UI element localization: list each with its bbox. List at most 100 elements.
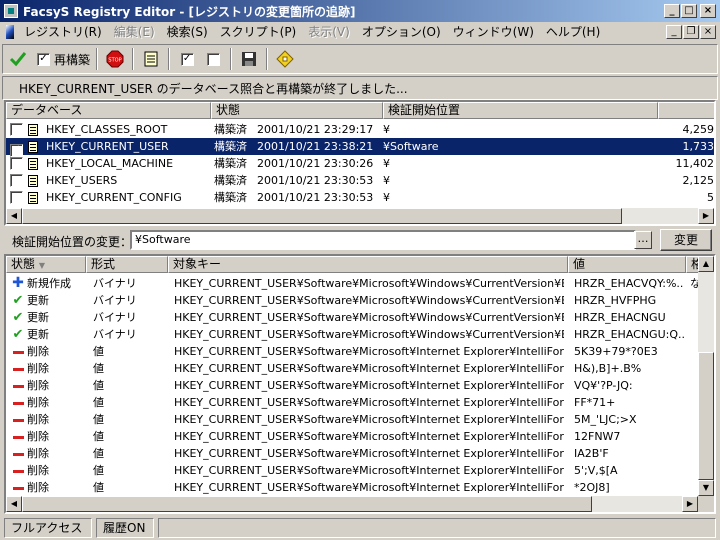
db-start: ¥ <box>383 191 390 204</box>
change-type: バイナリ <box>93 294 137 307</box>
db-header-status[interactable]: 状態 <box>211 102 383 119</box>
db-row[interactable]: HKEY_LOCAL_MACHINE 構築済 2001/10/21 23:30:26… <box>6 155 714 172</box>
diamond-icon[interactable] <box>274 48 296 70</box>
status-bar: フルアクセス 履歴ON <box>0 516 720 540</box>
change-row[interactable]: 削除 値 HKEY_CURRENT_USER¥Software¥Microsoft¥… <box>6 428 698 445</box>
app-icon[interactable] <box>4 4 18 18</box>
db-header-start[interactable]: 検証開始位置 <box>383 102 658 119</box>
changes-header-status-label: 状態 <box>11 257 36 271</box>
scroll-thumb[interactable] <box>22 208 622 224</box>
menu-search[interactable]: 検索(S) <box>161 23 214 41</box>
scroll-up-button[interactable]: ▲ <box>698 256 714 272</box>
changes-header-status[interactable]: 状態 ▼ <box>6 256 86 273</box>
change-row[interactable]: 削除 値 HKEY_CURRENT_USER¥Software¥Microsoft¥… <box>6 343 698 360</box>
browse-button[interactable]: … <box>634 231 652 249</box>
close-button[interactable]: × <box>700 4 716 18</box>
db-date: 2001/10/21 23:29:17 <box>257 123 374 136</box>
delete-icon <box>12 401 24 405</box>
status-message: HKEY_CURRENT_USER のデータベース照合と再構築が終了しました..… <box>2 76 718 100</box>
change-value: *2OJ8] <box>574 481 610 494</box>
changes-horizontal-scrollbar[interactable]: ◀ ▶ <box>6 496 698 512</box>
change-row[interactable]: ✔ 更新 バイナリ HKEY_CURRENT_USER¥Software¥Micros… <box>6 326 698 343</box>
change-row[interactable]: 削除 値 HKEY_CURRENT_USER¥Software¥Microsoft¥… <box>6 377 698 394</box>
scroll-left-button[interactable]: ◀ <box>6 208 22 224</box>
scroll-corner <box>698 496 714 512</box>
empty-box-icon[interactable] <box>202 48 224 70</box>
db-status: 構築済 <box>214 157 247 170</box>
changes-header-key[interactable]: 対象キー <box>168 256 568 273</box>
change-button-label: 変更 <box>673 233 698 247</box>
db-row[interactable]: HKEY_CURRENT_CONFIG 構築済 2001/10/21 23:30:5… <box>6 189 714 206</box>
change-type: 値 <box>93 447 104 460</box>
db-row[interactable]: HKEY_USERS 構築済 2001/10/21 23:30:53 ¥2,125 <box>6 172 714 189</box>
mdi-close-button[interactable]: × <box>700 25 716 39</box>
change-type: 値 <box>93 464 104 477</box>
changes-header-extra[interactable]: 格 <box>686 256 698 273</box>
db-horizontal-scrollbar[interactable]: ◀ ▶ <box>6 208 714 224</box>
changes-header-value[interactable]: 値 <box>568 256 686 273</box>
change-value: IA2B'F <box>574 447 609 460</box>
scroll-thumb[interactable] <box>698 352 714 480</box>
minimize-button[interactable]: _ <box>664 4 680 18</box>
change-type: バイナリ <box>93 311 137 324</box>
toolbar-separator <box>266 48 269 70</box>
change-row[interactable]: 削除 値 HKEY_CURRENT_USER¥Software¥Microsoft¥… <box>6 411 698 428</box>
row-checkbox[interactable] <box>10 123 23 136</box>
change-row[interactable]: 削除 値 HKEY_CURRENT_USER¥Software¥Microsoft¥… <box>6 394 698 411</box>
change-value: 5';V,$[A <box>574 464 618 477</box>
start-position-input[interactable]: ¥Software <box>130 230 636 250</box>
db-header-count[interactable] <box>658 102 714 119</box>
db-count: 11,402 <box>675 157 715 170</box>
change-key: HKEY_CURRENT_USER¥Software¥Microsoft¥Win… <box>174 311 564 324</box>
menu-help[interactable]: ヘルプ(H) <box>540 23 606 41</box>
mdi-minimize-button[interactable]: _ <box>666 25 682 39</box>
check-icon[interactable] <box>7 48 29 70</box>
title-bar[interactable]: FacsyS Registry Editor - [レジストリの変更箇所の追跡] <box>0 0 720 22</box>
change-row[interactable]: ✔ 更新 バイナリ HKEY_CURRENT_USER¥Software¥Micros… <box>6 309 698 326</box>
changes-header-type[interactable]: 形式 <box>86 256 168 273</box>
db-header-database[interactable]: データベース <box>6 102 211 119</box>
change-row[interactable]: 削除 値 HKEY_CURRENT_USER¥Software¥Microsoft¥… <box>6 360 698 377</box>
scroll-right-button[interactable]: ▶ <box>682 496 698 512</box>
stop-icon[interactable]: STOP <box>104 48 126 70</box>
db-count: 4,259 <box>682 123 715 136</box>
maximize-button[interactable]: □ <box>681 4 697 18</box>
scroll-down-button[interactable]: ▼ <box>698 480 714 496</box>
scroll-thumb[interactable] <box>22 496 592 512</box>
mdi-child-icon[interactable] <box>6 25 14 39</box>
delete-icon <box>12 384 24 388</box>
menu-edit[interactable]: 編集(E) <box>108 23 161 41</box>
change-row[interactable]: 削除 値 HKEY_CURRENT_USER¥Software¥Microsoft¥… <box>6 479 698 496</box>
db-status: 構築済 <box>214 123 247 136</box>
notes-icon[interactable] <box>140 48 162 70</box>
menu-window[interactable]: ウィンドウ(W) <box>447 23 540 41</box>
save-icon[interactable] <box>238 48 260 70</box>
menu-registry[interactable]: レジストリ(R) <box>18 23 108 41</box>
row-checkbox[interactable] <box>10 157 23 170</box>
menu-view[interactable]: 表示(V) <box>302 23 356 41</box>
changes-vertical-scrollbar[interactable]: ▲ ▼ <box>698 256 714 496</box>
menu-options[interactable]: オプション(O) <box>356 23 447 41</box>
database-icon <box>28 158 38 170</box>
change-row[interactable]: 削除 値 HKEY_CURRENT_USER¥Software¥Microsoft¥… <box>6 445 698 462</box>
change-type: バイナリ <box>93 277 137 290</box>
change-status: 削除 <box>27 413 49 426</box>
change-row[interactable]: ✔ 更新 バイナリ HKEY_CURRENT_USER¥Software¥Micros… <box>6 292 698 309</box>
row-checkbox[interactable] <box>10 174 23 187</box>
change-row[interactable]: ✚ 新規作成 バイナリ HKEY_CURRENT_USER¥Software¥Micr… <box>6 275 698 292</box>
start-position-label: 検証開始位置の変更： <box>12 235 133 249</box>
db-row[interactable]: HKEY_CLASSES_ROOT 構築済 2001/10/21 23:29:17 ¥… <box>6 121 714 138</box>
db-row[interactable]: ✓ HKEY_CURRENT_USER 構築済 2001/10/21 23:38:21… <box>6 138 714 157</box>
row-checkbox[interactable] <box>10 191 23 204</box>
mdi-restore-button[interactable]: ❐ <box>683 25 699 39</box>
changes-list-body: 状態 ▼ 形式 対象キー 値 格 ✚新規作成バイナリHKEY_CURRENT_U… <box>6 256 698 496</box>
scroll-left-button[interactable]: ◀ <box>6 496 22 512</box>
delete-icon <box>12 418 24 422</box>
change-button[interactable]: 変更 <box>660 229 712 251</box>
delete-icon <box>12 452 24 456</box>
menu-script[interactable]: スクリプト(P) <box>214 23 303 41</box>
scroll-right-button[interactable]: ▶ <box>698 208 714 224</box>
change-row[interactable]: 削除 値 HKEY_CURRENT_USER¥Software¥Microsoft¥… <box>6 462 698 479</box>
checked-box-icon[interactable]: ✓ <box>176 48 198 70</box>
rebuild-checkbox[interactable]: ✓ <box>37 52 50 66</box>
